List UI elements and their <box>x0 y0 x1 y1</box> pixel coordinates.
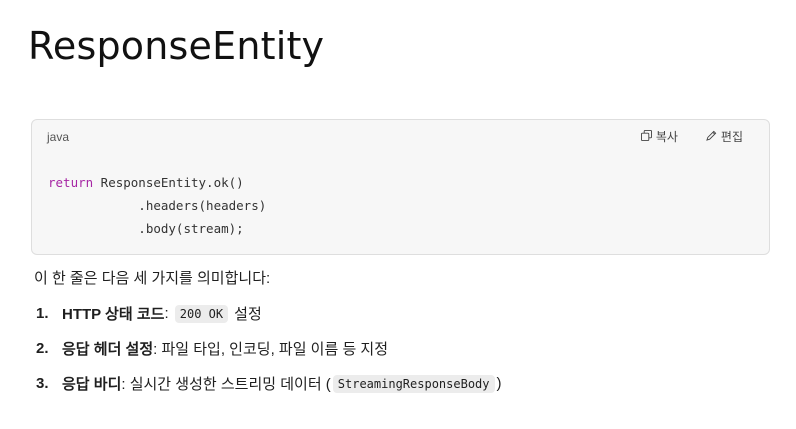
point-label: 응답 헤더 설정 <box>62 341 154 358</box>
edit-icon <box>706 130 717 144</box>
code-keyword: return <box>48 175 94 190</box>
code-text: ResponseEntity.ok() <box>93 175 244 190</box>
copy-icon <box>640 129 652 144</box>
code-line: return ResponseEntity.ok() <box>48 175 244 190</box>
point-text: : <box>164 305 173 322</box>
copy-button[interactable]: 복사 <box>640 128 678 145</box>
inline-code: 200 OK <box>174 304 229 323</box>
page-title: ResponseEntity <box>28 24 325 68</box>
code-language-label: java <box>47 130 70 144</box>
inline-code: StreamingResponseBody <box>332 374 495 393</box>
point-label: 응답 바디 <box>62 376 122 393</box>
code-text: .headers(headers) <box>48 198 267 213</box>
code-text: .body(stream); <box>48 221 244 236</box>
code-block: java 복사 편집 return ResponseEntity.ok() .h… <box>31 119 770 255</box>
code-line: .body(stream); <box>48 221 244 236</box>
code-line: .headers(headers) <box>48 198 266 213</box>
point-text: : 파일 타입, 인코딩, 파일 이름 등 지정 <box>153 341 389 358</box>
edit-button[interactable]: 편집 <box>706 128 743 145</box>
list-number: 1. <box>36 305 49 322</box>
copy-label: 복사 <box>655 130 678 144</box>
point-text-after: 설정 <box>234 306 262 323</box>
code-content: return ResponseEntity.ok() .headers(head… <box>48 171 266 240</box>
intro-text: 이 한 줄은 다음 세 가지를 의미합니다: <box>34 270 271 287</box>
list-number: 3. <box>36 375 49 392</box>
edit-label: 편집 <box>720 130 743 144</box>
list-item: 2. 응답 헤더 설정 : 파일 타입, 인코딩, 파일 이름 등 지정 <box>36 331 502 366</box>
point-text-after: ) <box>496 375 502 392</box>
point-label: HTTP 상태 코드 <box>62 306 165 323</box>
point-text: : 실시간 생성한 스트리밍 데이터 ( <box>121 376 331 393</box>
code-actions: 복사 편집 <box>640 128 743 145</box>
points-list: 1. HTTP 상태 코드 : 200 OK 설정 2. 응답 헤더 설정 : … <box>36 296 502 401</box>
list-item: 1. HTTP 상태 코드 : 200 OK 설정 <box>36 296 502 331</box>
list-item: 3. 응답 바디 : 실시간 생성한 스트리밍 데이터 ( StreamingR… <box>36 366 502 401</box>
list-number: 2. <box>36 340 49 357</box>
